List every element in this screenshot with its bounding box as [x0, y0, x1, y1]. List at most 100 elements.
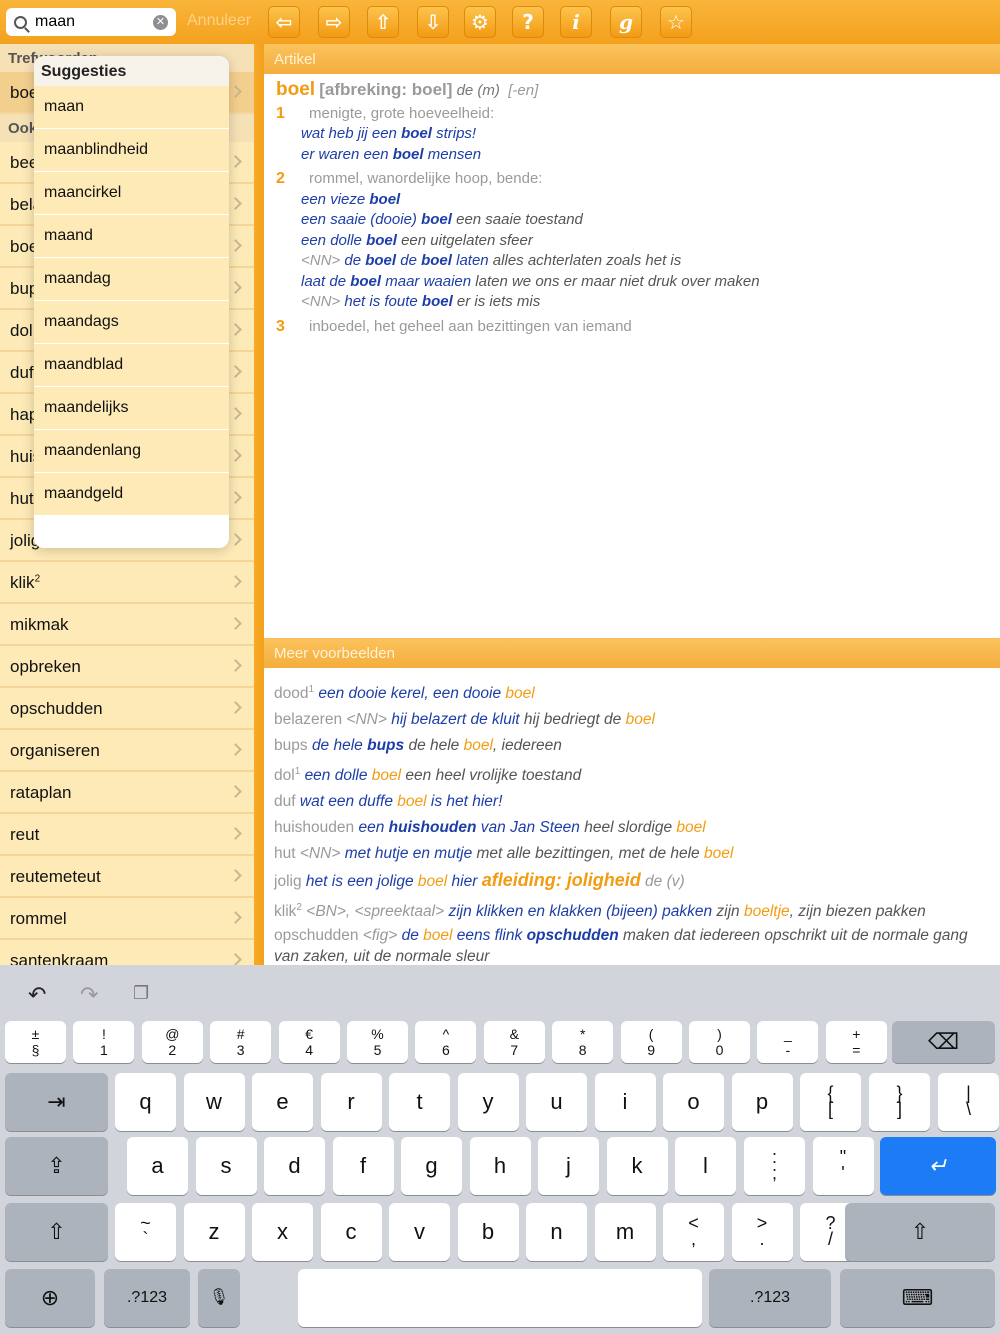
- key-5[interactable]: % 5: [347, 1021, 408, 1063]
- key-l[interactable]: l: [675, 1137, 736, 1195]
- example-row[interactable]: klik2 <BN>, <spreektaal> zijn klikken en…: [274, 895, 990, 925]
- example-row[interactable]: duf wat een duffe boel is het hier!: [274, 789, 990, 815]
- key-s[interactable]: s: [195, 1137, 257, 1195]
- key-sym[interactable]: :;: [744, 1137, 805, 1195]
- key-3[interactable]: #3: [210, 1021, 272, 1063]
- hide-keyboard-key[interactable]: ⌨: [840, 1269, 995, 1327]
- suggestion-item[interactable]: maand: [34, 215, 229, 258]
- key-g[interactable]: g: [401, 1137, 462, 1195]
- key-h[interactable]: h: [469, 1137, 531, 1195]
- key-k[interactable]: k: [606, 1137, 668, 1195]
- suggestion-item[interactable]: maandag: [34, 258, 229, 301]
- backspace-key[interactable]: ⌫: [892, 1021, 995, 1063]
- list-item[interactable]: rommel: [0, 898, 254, 940]
- example-row[interactable]: hut <NN> met hutje en mutje met alle bez…: [274, 841, 990, 867]
- list-item[interactable]: klik2: [0, 562, 254, 604]
- return-key[interactable]: ↵: [880, 1137, 996, 1195]
- list-item[interactable]: reutemeteut: [0, 856, 254, 898]
- key-o[interactable]: o: [663, 1073, 724, 1131]
- suggestion-item[interactable]: maandblad: [34, 344, 229, 387]
- suggestion-item[interactable]: maandgeld: [34, 473, 229, 516]
- suggestion-item[interactable]: maandelijks: [34, 387, 229, 430]
- key-z[interactable]: z: [183, 1203, 245, 1261]
- list-item[interactable]: opschudden: [0, 688, 254, 730]
- key-t[interactable]: t: [389, 1073, 450, 1131]
- suggestion-item[interactable]: maandenlang: [34, 430, 229, 473]
- key-i[interactable]: i: [594, 1073, 656, 1131]
- key-b[interactable]: b: [457, 1203, 519, 1261]
- key-8[interactable]: * 8: [552, 1021, 614, 1063]
- shift-left-key[interactable]: ⇧: [5, 1203, 108, 1261]
- key--[interactable]: _ -: [757, 1021, 819, 1063]
- example-row[interactable]: dol1 een dolle boel een heel vrolijke to…: [274, 759, 990, 789]
- key-sym[interactable]: <,: [663, 1203, 724, 1261]
- suggestion-item[interactable]: maancirkel: [34, 172, 229, 215]
- globe-key[interactable]: ⊕: [5, 1269, 95, 1327]
- suggestion-item[interactable]: maan: [34, 86, 229, 129]
- key-m[interactable]: m: [594, 1203, 656, 1261]
- key-4[interactable]: €4: [278, 1021, 340, 1063]
- key-j[interactable]: j: [538, 1137, 599, 1195]
- example-row[interactable]: bups de hele bups de hele boel, iedereen: [274, 733, 990, 759]
- tab-key[interactable]: ⇥: [5, 1073, 108, 1131]
- key-§[interactable]: ± §: [5, 1021, 66, 1063]
- example-row[interactable]: huishouden een huishouden van Jan Steen …: [274, 815, 990, 841]
- key-a[interactable]: a: [127, 1137, 188, 1195]
- key-v[interactable]: v: [389, 1203, 450, 1261]
- grammar-icon[interactable]: g: [610, 6, 642, 38]
- example-row[interactable]: belazeren <NN> hij belazert de kluit hij…: [274, 707, 990, 733]
- search-box[interactable]: ✕: [6, 8, 176, 36]
- down-arrow-icon[interactable]: ⇩: [417, 6, 449, 38]
- help-icon[interactable]: ?: [512, 6, 544, 38]
- key-p[interactable]: p: [731, 1073, 793, 1131]
- list-item[interactable]: santenkraam: [0, 940, 254, 965]
- info-icon[interactable]: i: [560, 6, 592, 38]
- key-x[interactable]: x: [252, 1203, 313, 1261]
- search-input[interactable]: [35, 13, 145, 31]
- key-d[interactable]: d: [264, 1137, 325, 1195]
- key-2[interactable]: @2: [141, 1021, 203, 1063]
- numbers-key-right[interactable]: .?123: [709, 1269, 831, 1327]
- forward-arrow-icon[interactable]: ⇨: [318, 6, 350, 38]
- shift-right-key[interactable]: ⇧: [845, 1203, 995, 1261]
- key-6[interactable]: ^ 6: [415, 1021, 477, 1063]
- key-7[interactable]: & 7: [483, 1021, 545, 1063]
- pane-divider[interactable]: [254, 44, 264, 965]
- up-arrow-icon[interactable]: ⇧: [367, 6, 399, 38]
- example-row[interactable]: opschudden <fig> de boel eens flink opsc…: [274, 925, 990, 967]
- list-item[interactable]: rataplan: [0, 772, 254, 814]
- key-=[interactable]: + =: [825, 1021, 887, 1063]
- key-q[interactable]: q: [115, 1073, 176, 1131]
- key-r[interactable]: r: [320, 1073, 382, 1131]
- example-row[interactable]: dood1 een dooie kerel, een dooie boel: [274, 677, 990, 707]
- back-arrow-icon[interactable]: ⇦: [268, 6, 300, 38]
- dictation-mic-key[interactable]: 🎙: [198, 1269, 240, 1327]
- key-e[interactable]: e: [252, 1073, 313, 1131]
- redo-icon[interactable]: ↷: [80, 983, 98, 1008]
- key-9[interactable]: (9: [620, 1021, 682, 1063]
- key-sym[interactable]: >.: [731, 1203, 793, 1261]
- settings-gear-icon[interactable]: ⚙: [464, 6, 496, 38]
- key-f[interactable]: f: [332, 1137, 394, 1195]
- key-sym[interactable]: ~ `: [115, 1203, 176, 1261]
- cancel-button[interactable]: Annuleer: [187, 12, 251, 30]
- paste-icon[interactable]: ❐: [133, 983, 149, 1004]
- key-sym[interactable]: }]: [869, 1073, 930, 1131]
- key-y[interactable]: y: [457, 1073, 519, 1131]
- suggestion-item[interactable]: maandags: [34, 301, 229, 344]
- key-n[interactable]: n: [526, 1203, 587, 1261]
- key-1[interactable]: ! 1: [73, 1021, 135, 1063]
- key-sym[interactable]: {[: [800, 1073, 861, 1131]
- list-item[interactable]: opbreken: [0, 646, 254, 688]
- caps-lock-key[interactable]: ⇪: [5, 1137, 108, 1195]
- suggestion-item[interactable]: maanblindheid: [34, 129, 229, 172]
- key-sym[interactable]: | \: [938, 1073, 999, 1131]
- example-row[interactable]: jolig het is een jolige boel hier afleid…: [274, 867, 990, 895]
- key-c[interactable]: c: [320, 1203, 382, 1261]
- key-sym[interactable]: " ': [812, 1137, 874, 1195]
- list-item[interactable]: mikmak: [0, 604, 254, 646]
- list-item[interactable]: reut: [0, 814, 254, 856]
- clear-search-icon[interactable]: ✕: [153, 15, 168, 30]
- key-w[interactable]: w: [183, 1073, 245, 1131]
- space-key[interactable]: [298, 1269, 702, 1327]
